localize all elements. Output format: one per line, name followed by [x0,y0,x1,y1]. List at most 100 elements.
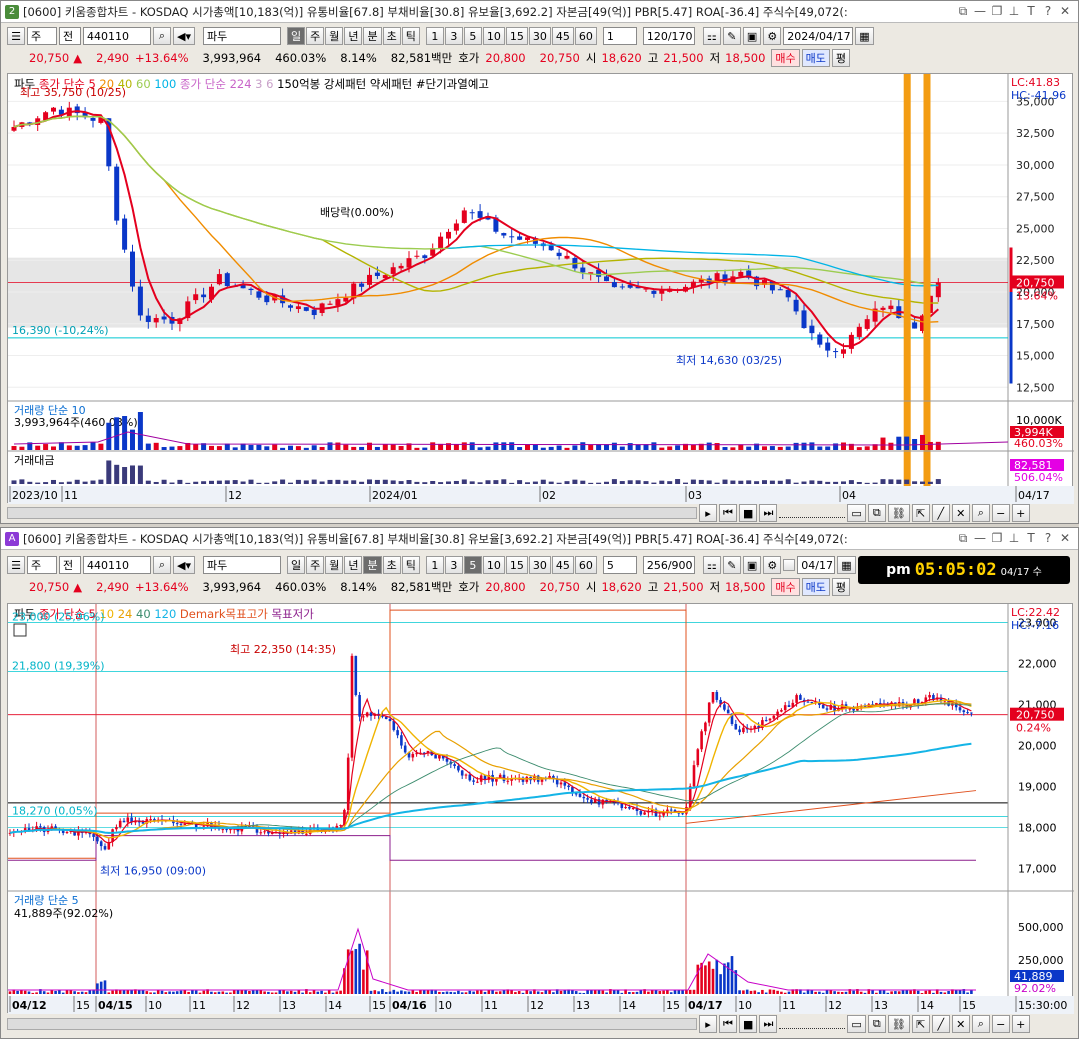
last-icon[interactable]: ⏭ [759,1015,778,1033]
interval-button-0[interactable]: 1 [425,556,444,574]
copy-icon[interactable]: ⧉ [867,1015,886,1033]
zoom-slider[interactable] [779,508,846,518]
select-icon[interactable]: ⇱ [911,1015,930,1033]
period-tab-6[interactable]: 틱 [401,27,420,45]
code-input[interactable]: 440110 [83,556,151,574]
close-icon[interactable]: ✕ [1058,531,1072,546]
interval-button-3[interactable]: 10 [482,556,505,574]
link2-icon[interactable]: ⛓ [887,504,910,522]
interval-button-1[interactable]: 3 [444,556,463,574]
period-tab-1[interactable]: 주 [306,556,325,574]
interval-button-6[interactable]: 45 [551,27,574,45]
first-icon[interactable]: ⏮ [719,504,737,522]
interval-button-6[interactable]: 45 [551,556,574,574]
intraday-chart-area[interactable]: 23,000 22,000 21,000 20,000 19,000 18,000 17,0… [7,603,1074,1014]
restore-icon[interactable]: ❐ [990,531,1004,546]
kind-select[interactable]: 주 [27,556,57,574]
plus-icon[interactable]: + [1011,1015,1030,1033]
save-icon[interactable]: ▣ [742,556,762,574]
minimize-icon[interactable]: — [973,531,987,546]
line-icon[interactable]: ╱ [931,504,950,522]
period-tab-5[interactable]: 초 [382,27,401,45]
period-tab-0[interactable]: 일 [286,556,306,574]
last-icon[interactable]: ⏭ [759,504,778,522]
code-input[interactable]: 440110 [83,27,151,45]
interval-button-4[interactable]: 15 [505,556,528,574]
interval-button-2[interactable]: 5 [463,27,482,45]
line-icon[interactable]: ╱ [931,1015,950,1033]
split-icon[interactable]: ▭ [847,1015,866,1033]
text-icon[interactable]: T [1024,4,1038,19]
stock-name[interactable]: 파두 [202,27,281,45]
period-tab-4[interactable]: 분 [363,556,382,574]
kind-select[interactable]: 주 [27,27,57,45]
scroll-right-icon[interactable]: ▸ [699,1015,717,1033]
period-tab-0[interactable]: 일 [286,27,306,45]
period-tab-3[interactable]: 년 [344,556,363,574]
help-icon[interactable]: ? [1041,4,1055,19]
zoom-slider[interactable] [779,1019,846,1029]
period-tab-5[interactable]: 초 [382,556,401,574]
interval-button-7[interactable]: 60 [574,27,597,45]
period-tab-6[interactable]: 틱 [401,556,420,574]
period-tab-3[interactable]: 년 [344,27,363,45]
interval-button-5[interactable]: 30 [528,27,551,45]
period-tab-1[interactable]: 주 [306,27,325,45]
interval-button-1[interactable]: 3 [444,27,463,45]
link-icon[interactable]: ⧉ [956,531,970,546]
close-icon[interactable]: ✕ [1058,4,1072,19]
sell-button[interactable]: 매도 [801,578,830,596]
buy-button[interactable]: 매수 [771,578,800,596]
intraday-candle-chart[interactable]: 23,00022,00021,00020,00019,00018,00017,0… [8,604,1074,1014]
count-input[interactable]: 120/170 [642,27,695,45]
period-tab-2[interactable]: 월 [325,556,344,574]
stop-icon[interactable]: ■ [739,504,758,522]
chart-tool-icon[interactable]: ⚏ [702,556,721,574]
restore-icon[interactable]: ❐ [990,4,1004,19]
range-select[interactable]: 전 [59,556,81,574]
scrollbar[interactable] [7,1018,697,1030]
range-select[interactable]: 전 [59,27,81,45]
pin-icon[interactable]: ⊥ [1007,531,1021,546]
magnify-icon[interactable]: ⌕ [971,504,990,522]
link2-icon[interactable]: ⛓ [887,1015,910,1033]
menu-icon[interactable]: ☰ [7,556,25,574]
calendar-icon[interactable]: ▦ [837,556,856,574]
stock-name[interactable]: 파두 [202,556,281,574]
interval-button-5[interactable]: 30 [528,556,551,574]
copy-icon[interactable]: ⧉ [867,504,886,522]
split-icon[interactable]: ▭ [847,504,866,522]
draw-icon[interactable]: ✎ [722,27,741,45]
interval-button-2[interactable]: 5 [463,556,482,574]
interval-button-7[interactable]: 60 [574,556,597,574]
date-input[interactable]: 2024/04/17 [783,27,854,45]
daily-candle-chart[interactable]: 35,00032,50030,00027,50025,00022,50020,0… [8,74,1074,504]
scroll-right-icon[interactable]: ▸ [699,504,717,522]
minimize-icon[interactable]: — [973,4,987,19]
magnify-icon[interactable]: ⌕ [971,1015,990,1033]
plus-icon[interactable]: + [1011,504,1030,522]
flat-button[interactable]: 평 [831,578,851,596]
interval-button-0[interactable]: 1 [425,27,444,45]
date-input[interactable]: 04/17 [797,556,836,574]
cross-icon[interactable]: ✕ [951,504,970,522]
period-tab-2[interactable]: 월 [325,27,344,45]
link-icon[interactable]: ⧉ [956,4,970,19]
cross-icon[interactable]: ✕ [951,1015,970,1033]
daily-chart-area[interactable]: 35,000 32,500 30,000 27,500 25,000 22,500 20,0… [7,73,1074,504]
buy-button[interactable]: 매수 [771,49,800,67]
interval-select[interactable]: 1 [602,27,637,45]
interval-select[interactable]: 5 [602,556,637,574]
draw-icon[interactable]: ✎ [722,556,741,574]
gear-icon[interactable]: ⚙ [763,27,782,45]
sound-icon[interactable]: ◀▾ [173,556,195,574]
chart-tool-icon[interactable]: ⚏ [702,27,721,45]
interval-button-3[interactable]: 10 [482,27,505,45]
minus-icon[interactable]: − [991,504,1010,522]
search-icon[interactable]: ⌕ [153,556,171,574]
checkbox[interactable] [783,559,796,571]
search-icon[interactable]: ⌕ [153,27,171,45]
sell-button[interactable]: 매도 [801,49,830,67]
menu-icon[interactable]: ☰ [7,27,25,45]
gear-icon[interactable]: ⚙ [763,556,782,574]
